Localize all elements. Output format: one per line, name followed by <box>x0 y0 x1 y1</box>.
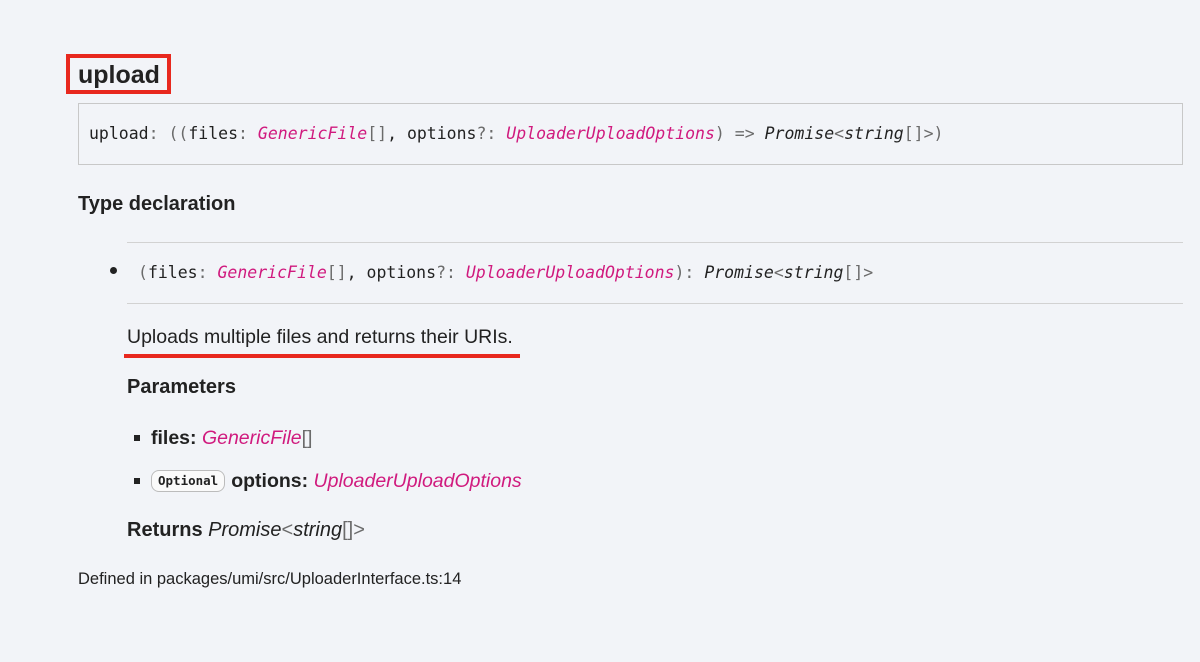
signature-param-files: files <box>188 124 239 143</box>
list-bullet <box>110 267 117 274</box>
call-return-type: Promise <box>704 263 774 282</box>
defined-in-source: Defined in packages/umi/src/UploaderInte… <box>78 570 462 588</box>
signature-param-options: options <box>406 124 477 143</box>
call-param-options: options <box>366 263 437 282</box>
description-highlight-underline <box>124 354 520 358</box>
parameter-name: options: <box>231 470 309 492</box>
call-type-link-uploaderuploadoptions[interactable]: UploaderUploadOptions <box>466 263 675 282</box>
member-signature: upload: ((files: GenericFile[], options?… <box>89 124 944 143</box>
signature-name: upload <box>89 124 149 143</box>
divider <box>127 242 1183 243</box>
call-param-files: files <box>147 263 198 282</box>
optional-flag-badge: Optional <box>151 470 226 492</box>
type-declaration-heading: Type declaration <box>78 193 236 215</box>
signature-return-type: Promise <box>764 124 835 143</box>
call-signature: (files: GenericFile[], options?: Uploade… <box>138 263 874 282</box>
call-type-link-genericfile[interactable]: GenericFile <box>217 263 326 282</box>
list-bullet <box>134 435 140 441</box>
signature-type-link-uploaderuploadoptions[interactable]: UploaderUploadOptions <box>506 124 715 143</box>
parameter-type-link-genericfile[interactable]: GenericFile <box>202 427 302 449</box>
parameter-type-link-uploaderuploadoptions[interactable]: UploaderUploadOptions <box>314 470 522 492</box>
parameter-name: files: <box>151 427 197 449</box>
list-bullet <box>134 478 140 484</box>
returns-type: Promise <box>208 519 282 541</box>
divider <box>127 303 1183 304</box>
returns-label: Returns <box>127 519 203 541</box>
title-highlight-box <box>66 54 171 94</box>
parameters-heading: Parameters <box>127 376 236 398</box>
returns-line: Returns Promise<string[]> <box>127 519 365 541</box>
signature-type-link-genericfile[interactable]: GenericFile <box>258 124 367 143</box>
parameter-files: files: GenericFile[] <box>151 427 313 449</box>
method-description: Uploads multiple files and returns their… <box>127 326 513 348</box>
parameter-options: Optional options: UploaderUploadOptions <box>151 469 522 493</box>
